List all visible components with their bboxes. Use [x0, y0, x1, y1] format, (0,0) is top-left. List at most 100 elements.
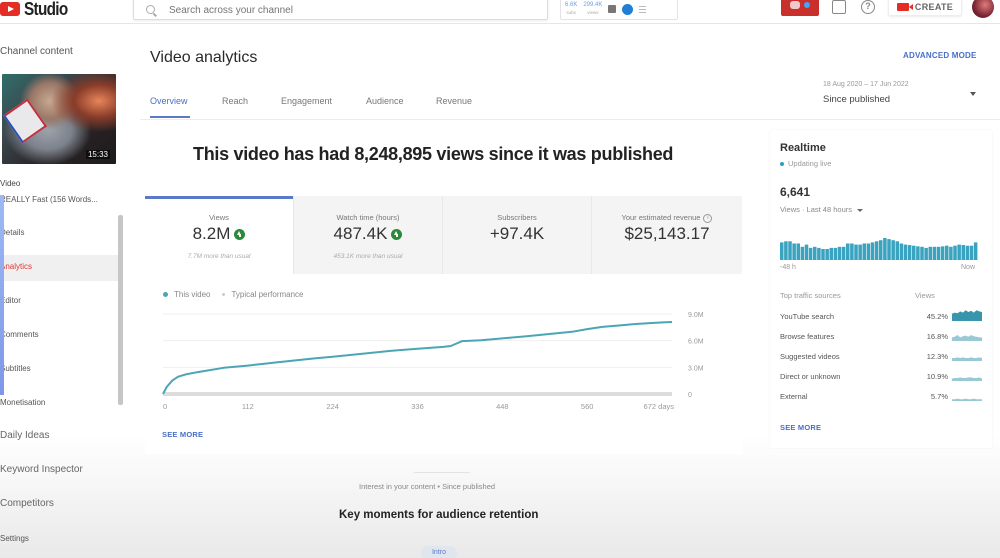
realtime-bar — [945, 245, 949, 260]
realtime-bar-chart[interactable] — [780, 230, 978, 260]
x-tick-label: 448 — [496, 402, 509, 411]
traffic-source-row[interactable]: Direct or unknown 10.9% — [780, 372, 982, 386]
source-percent: 5.7% — [930, 392, 948, 401]
extension-widget[interactable]: 6.6K subs 299.4K views — [560, 0, 678, 20]
realtime-bar — [780, 242, 784, 260]
metric-card-revenue[interactable]: Your estimated revenue i $25,143.17 — [592, 196, 742, 274]
realtime-bar — [846, 243, 850, 260]
account-avatar[interactable] — [972, 0, 994, 18]
metric-value: 487.4K — [294, 224, 442, 244]
tabs-divider — [140, 119, 1000, 120]
realtime-bar — [800, 246, 805, 260]
live-dot-icon — [780, 162, 784, 167]
sidebar-item-subtitles[interactable]: Subtitles — [0, 364, 31, 373]
sidebar-item-analytics[interactable]: Analytics — [0, 262, 32, 271]
tab-revenue[interactable]: Revenue — [436, 96, 496, 106]
realtime-bar — [808, 247, 813, 260]
source-name: Direct or unknown — [780, 372, 841, 381]
realtime-bar — [850, 243, 854, 260]
legend-this-video[interactable]: This video — [163, 290, 210, 299]
updating-live: Updating live — [780, 159, 831, 168]
sidebar-item-competitors[interactable]: Competitors — [0, 498, 54, 509]
source-sparkline — [952, 310, 982, 321]
source-percent: 10.9% — [926, 372, 948, 381]
search-box[interactable] — [133, 0, 548, 20]
intro-chip[interactable]: Intro — [421, 546, 457, 558]
realtime-bar — [924, 247, 928, 260]
video-thumbnail[interactable]: 15:33 — [2, 74, 116, 164]
realtime-bar — [858, 244, 862, 260]
sidebar-item-settings[interactable]: Settings — [0, 534, 29, 543]
metric-label: Watch time (hours) — [336, 213, 400, 222]
realtime-period-dropdown[interactable]: Views · Last 48 hours — [780, 205, 863, 214]
realtime-bar — [940, 246, 945, 260]
advanced-mode-button[interactable]: ADVANCED MODE — [903, 51, 977, 60]
realtime-bar — [883, 238, 887, 260]
sidebar-item-keyword-inspector[interactable]: Keyword Inspector — [0, 464, 83, 475]
traffic-source-row[interactable]: External 5.7% — [780, 392, 982, 406]
search-icon — [146, 4, 155, 14]
search-input[interactable] — [169, 4, 529, 16]
metric-value: +97.4K — [443, 224, 591, 244]
tab-audience[interactable]: Audience — [366, 96, 436, 106]
traffic-source-row[interactable]: YouTube search 45.2% — [780, 310, 982, 326]
traffic-source-row[interactable]: Browse features 16.8% — [780, 332, 982, 346]
realtime-views-value: 6,641 — [780, 185, 811, 199]
metric-card-subscribers[interactable]: Subscribers +97.4K — [443, 196, 592, 274]
chat-bubble-icon — [790, 1, 800, 9]
extension-menu-icon[interactable] — [639, 6, 647, 13]
active-tab-indicator — [150, 116, 190, 118]
metric-value-text: $25,143.17 — [624, 224, 710, 243]
dropdown-caret-icon — [970, 92, 976, 96]
realtime-bar — [973, 242, 978, 260]
metric-value-text: 8.2M — [192, 224, 231, 243]
realtime-bar — [957, 244, 961, 260]
studio-logo[interactable]: Studio — [0, 0, 75, 19]
feedback-icon[interactable] — [832, 0, 846, 14]
views-line-chart[interactable]: 0 3.0M 6.0M 9.0M 0 112 224 336 448 560 672 days — [145, 304, 742, 419]
metric-label: Views — [209, 213, 229, 222]
metric-card-watch-time[interactable]: Watch time (hours) 487.4K 453.1K more th… — [294, 196, 443, 274]
sidebar-title: Channel content — [0, 46, 73, 57]
dropdown-caret-icon — [856, 208, 863, 212]
sidebar-item-daily-ideas[interactable]: Daily Ideas — [0, 430, 49, 441]
sidebar-item-monetisation[interactable]: Monetisation — [0, 398, 45, 407]
sidebar-item-comments[interactable]: Comments — [0, 330, 39, 339]
info-icon[interactable]: i — [703, 213, 713, 223]
realtime-bar — [899, 243, 904, 260]
create-button[interactable]: CREATE — [888, 0, 962, 16]
source-name: YouTube search — [780, 312, 835, 321]
metric-value-text: +97.4K — [489, 224, 545, 243]
tab-overview[interactable]: Overview — [150, 96, 222, 106]
traffic-source-row[interactable]: Suggested videos 12.3% — [780, 352, 982, 366]
realtime-bar — [891, 240, 895, 260]
source-percent: 45.2% — [926, 312, 948, 321]
realtime-bar — [825, 249, 829, 260]
realtime-bar — [788, 241, 792, 260]
extension-square-icon[interactable] — [608, 5, 617, 13]
tab-reach[interactable]: Reach — [222, 96, 281, 106]
stat-value: 299.4K — [583, 2, 603, 8]
live-chat-button[interactable] — [781, 0, 819, 16]
realtime-bar — [879, 240, 883, 260]
extension-logo-icon[interactable] — [622, 4, 634, 15]
x-tick-label: 560 — [581, 402, 594, 411]
metric-comparison: 7.7M more than usual — [187, 253, 251, 260]
sidebar-scrollbar[interactable] — [118, 215, 123, 405]
realtime-bar — [969, 245, 974, 260]
source-sparkline — [952, 398, 982, 401]
views-headline: This video has had 8,248,895 views since… — [193, 144, 674, 164]
metric-card-views[interactable]: Views 8.2M 7.7M more than usual — [145, 196, 294, 274]
see-more-button[interactable]: SEE MORE — [162, 430, 203, 439]
realtime-bar — [796, 243, 801, 260]
realtime-bar — [874, 241, 879, 260]
help-icon[interactable]: ? — [861, 0, 875, 14]
realtime-see-more-button[interactable]: SEE MORE — [780, 423, 821, 432]
legend-typical[interactable]: Typical performance — [222, 290, 304, 299]
realtime-title: Realtime — [780, 142, 826, 154]
realtime-bar — [907, 245, 912, 260]
date-range-text: 18 Aug 2020 – 17 Jun 2022 — [823, 81, 909, 88]
video-title[interactable]: REALLY Fast (156 Words... — [0, 195, 98, 204]
metric-cards: Views 8.2M 7.7M more than usual Watch ti… — [145, 196, 742, 274]
tab-engagement[interactable]: Engagement — [281, 96, 366, 106]
